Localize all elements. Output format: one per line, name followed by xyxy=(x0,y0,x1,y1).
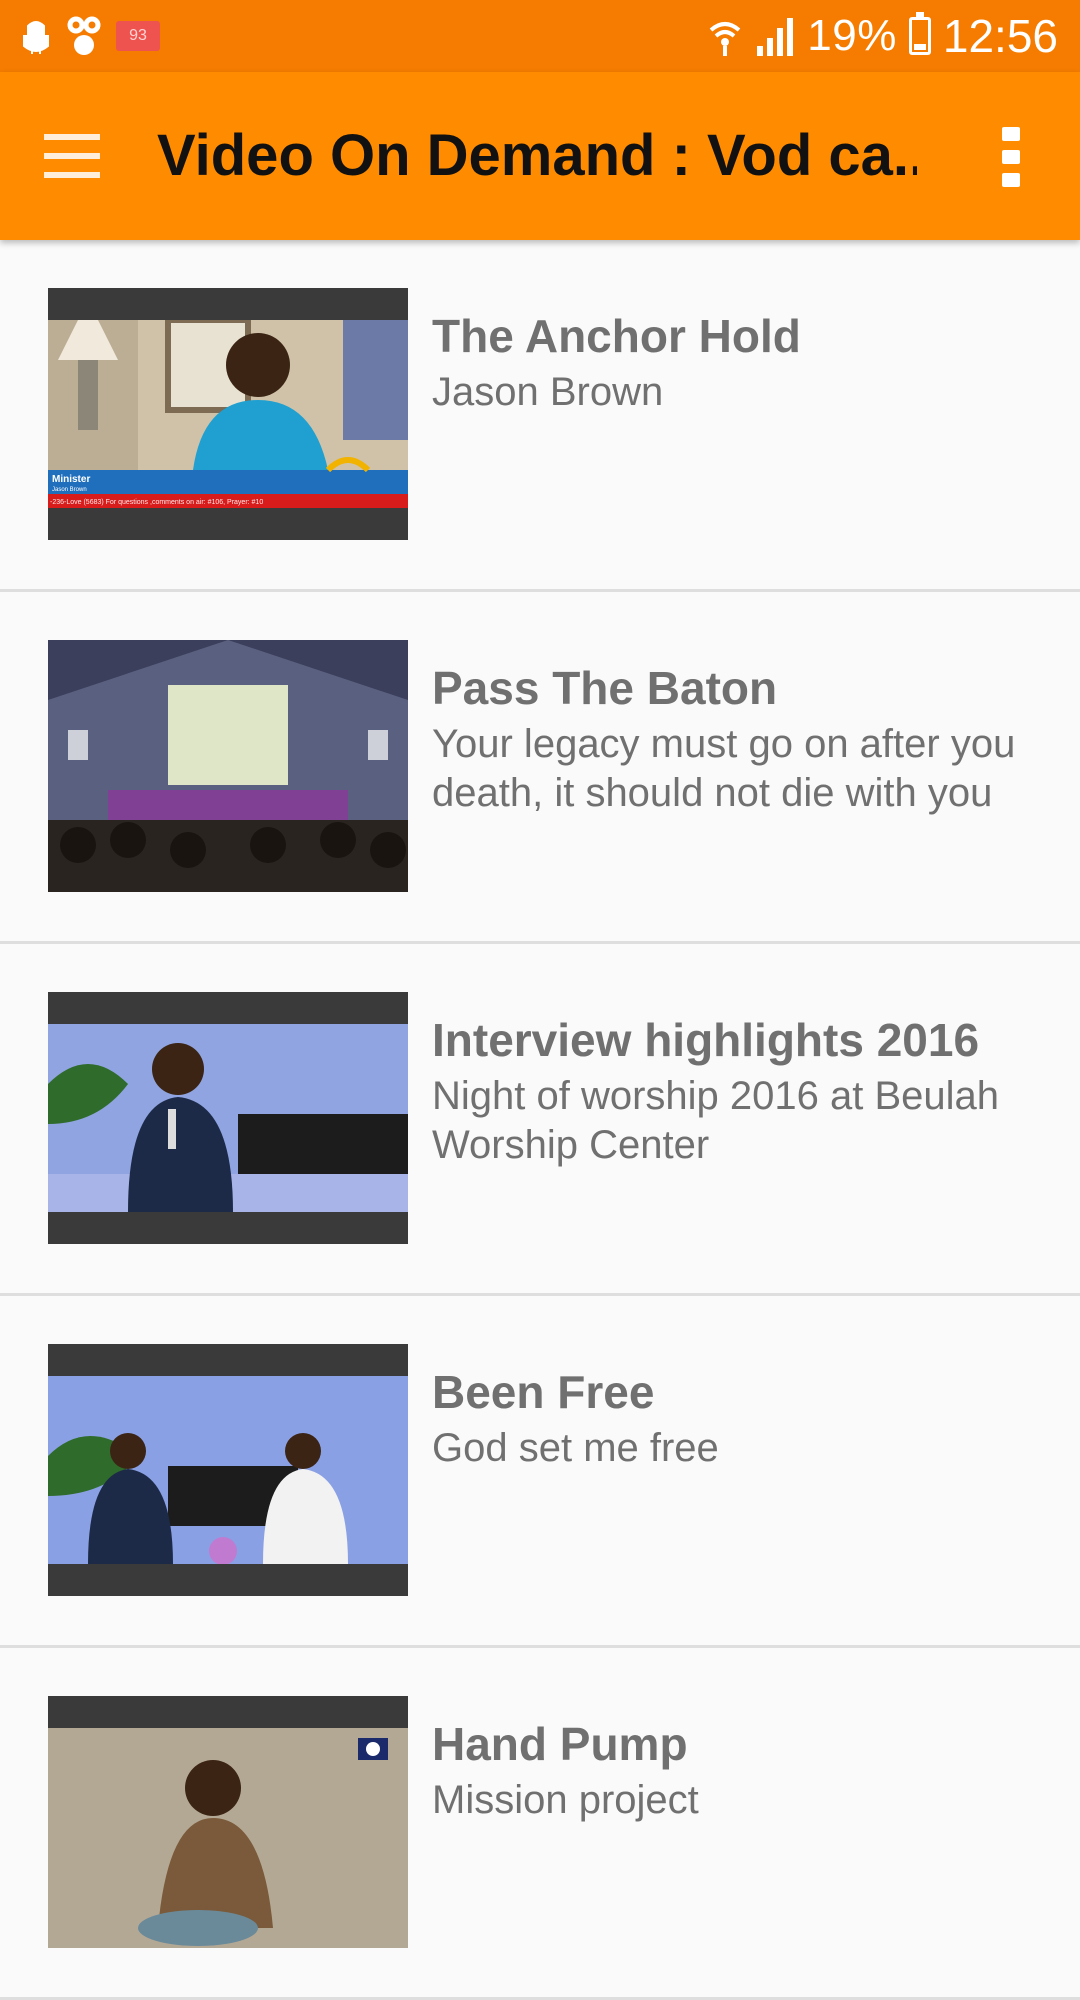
video-list-item[interactable]: Minister Jason Brown -236-Love (5683) Fo… xyxy=(0,240,1080,592)
status-right-icons: 19% 12:56 xyxy=(707,6,1058,66)
thumbnail-ticker: -236-Love (5683) For questions ,comments… xyxy=(50,499,263,506)
notification-badge: 93 xyxy=(116,21,160,51)
usb-icon xyxy=(66,15,102,57)
app-bar: Video On Demand : Vod ca... xyxy=(0,72,1080,240)
thumbnail-name-label: Jason Brown xyxy=(52,487,87,493)
signal-icon xyxy=(755,16,795,56)
video-subtitle: Night of worship 2016 at Beulah Worship … xyxy=(432,1074,1000,1167)
video-thumbnail: Minister Jason Brown -236-Love (5683) Fo… xyxy=(48,288,408,540)
video-list: Minister Jason Brown -236-Love (5683) Fo… xyxy=(0,240,1080,2000)
video-list-item[interactable]: Been Free God set me free xyxy=(0,1296,1080,1648)
video-title: Interview highlights 2016 xyxy=(432,1014,980,1066)
video-thumbnail xyxy=(48,992,408,1244)
video-list-item[interactable]: Hand Pump Mission project xyxy=(0,1648,1080,2000)
more-vert-icon[interactable] xyxy=(1000,127,1022,187)
clock: 12:56 xyxy=(942,10,1058,62)
video-subtitle: Mission project xyxy=(432,1778,699,1822)
video-thumbnail xyxy=(48,640,408,892)
video-title: Pass The Baton xyxy=(432,662,778,714)
video-thumbnail xyxy=(48,1344,408,1596)
video-subtitle: God set me free xyxy=(432,1426,719,1470)
status-left-icons: 93 xyxy=(20,10,160,62)
video-title: Been Free xyxy=(432,1366,655,1418)
status-bar: 93 19% 12:56 xyxy=(0,0,1080,72)
video-title: The Anchor Hold xyxy=(432,310,801,362)
video-list-item[interactable]: Pass The Baton Your legacy must go on af… xyxy=(0,592,1080,944)
hamburger-menu-icon[interactable] xyxy=(44,134,100,178)
wifi-icon xyxy=(707,16,743,56)
android-debug-icon xyxy=(20,16,52,56)
thumbnail-name-role: Minister xyxy=(52,474,90,485)
video-title: Hand Pump xyxy=(432,1718,688,1770)
battery-icon xyxy=(908,12,931,55)
video-list-item[interactable]: Interview highlights 2016 Night of worsh… xyxy=(0,944,1080,1296)
video-subtitle: Your legacy must go on after you death, … xyxy=(432,722,1016,815)
battery-percent: 19% xyxy=(807,11,897,60)
video-subtitle: Jason Brown xyxy=(432,370,664,414)
battery-level-fill xyxy=(913,43,926,50)
page-title: Video On Demand : Vod ca... xyxy=(157,123,917,188)
video-thumbnail xyxy=(48,1696,408,1948)
